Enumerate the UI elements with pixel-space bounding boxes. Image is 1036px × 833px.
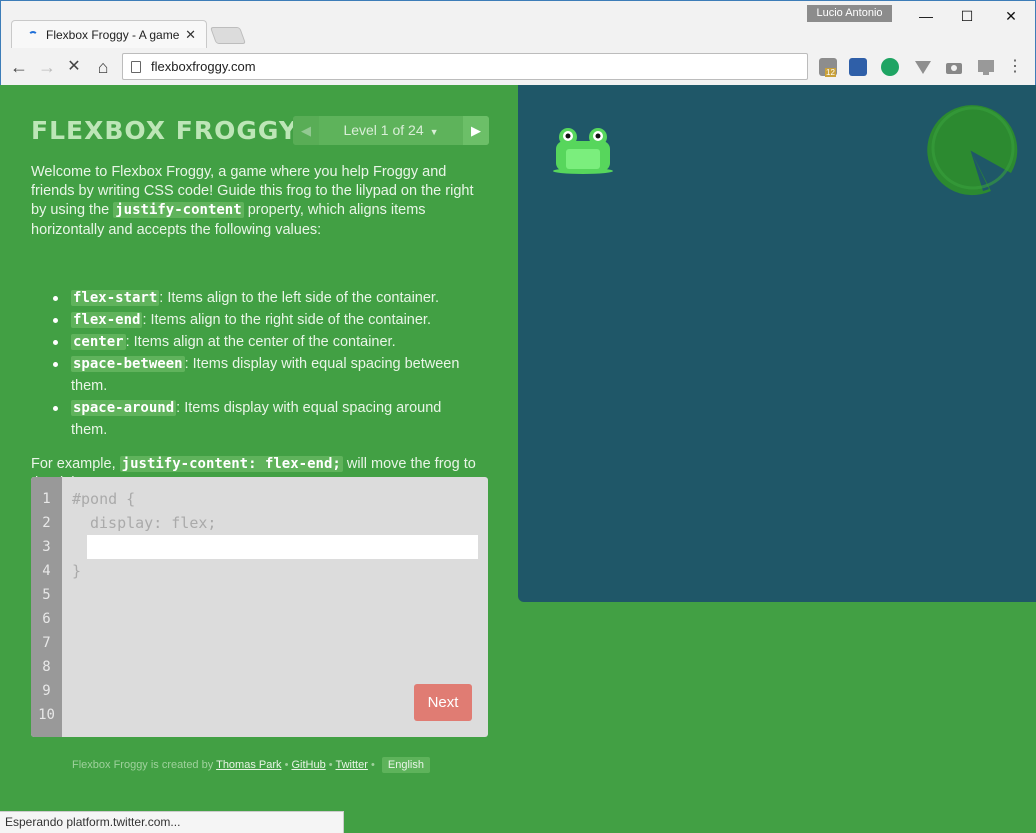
css-editor: 1 2 3 4 5 6 7 8 9 10 #pond { display: fl…: [31, 477, 488, 737]
bookmark-extension-icon[interactable]: [849, 58, 867, 76]
tab-close-icon[interactable]: ✕: [185, 27, 196, 43]
url-text: flexboxfroggy.com: [151, 59, 256, 74]
prev-level-button[interactable]: ◀: [293, 116, 319, 145]
loading-spinner-icon: [28, 31, 38, 41]
line-number: 3: [42, 539, 51, 555]
maximize-button[interactable]: ☐: [947, 5, 987, 27]
property-code: justify-content: [113, 202, 244, 219]
value-code: flex-end: [71, 312, 143, 328]
author-link[interactable]: Thomas Park: [216, 759, 281, 771]
css-input[interactable]: [87, 535, 478, 559]
browser-menu-icon[interactable]: ⋮: [1007, 58, 1023, 76]
credits-separator: •: [281, 759, 292, 771]
line-number: 6: [42, 611, 51, 627]
pond-board: [518, 85, 1036, 602]
value-desc: : Items align at the center of the conta…: [125, 334, 396, 350]
level-indicator[interactable]: Level 1 of 24 ▼: [319, 116, 463, 147]
values-list: flex-start: Items align to the left side…: [53, 287, 481, 441]
next-level-button[interactable]: ▶: [463, 116, 489, 145]
example-code: justify-content: flex-end;: [119, 456, 343, 472]
next-button[interactable]: Next: [414, 684, 472, 721]
line-number: 8: [42, 659, 51, 675]
line-number: 10: [38, 707, 55, 723]
line-number: 7: [42, 635, 51, 651]
tab-title: Flexbox Froggy - A game: [46, 28, 180, 42]
value-desc: : Items align to the left side of the co…: [159, 290, 439, 306]
extension-badge: 12: [825, 68, 836, 77]
page-icon: [131, 61, 141, 73]
browser-tab[interactable]: Flexbox Froggy - A game ✕: [11, 20, 207, 49]
stop-button[interactable]: ✕: [64, 57, 84, 77]
lilypad-icon: [927, 105, 1018, 196]
level-selector: ◀ Level 1 of 24 ▼ ▶: [293, 116, 489, 145]
code-line-2: display: flex;: [90, 514, 217, 532]
value-desc: : Items align to the right side of the c…: [142, 312, 431, 328]
back-button[interactable]: ←: [9, 57, 29, 77]
title-bar: Flexbox Froggy - A game ✕ Lucio Antonio …: [1, 1, 1035, 49]
language-selector[interactable]: English: [381, 757, 430, 773]
list-item: flex-end: Items align to the right side …: [53, 309, 481, 331]
code-line-1: #pond {: [72, 490, 136, 508]
example-part1: For example,: [31, 456, 120, 472]
page-content: FLEXBOX FROGGY ◀ Level 1 of 24 ▼ ▶ Welcom…: [0, 85, 1036, 833]
list-item: space-between: Items display with equal …: [53, 353, 481, 397]
game-logo: FLEXBOX FROGGY: [31, 116, 298, 145]
list-item: space-around: Items display with equal s…: [53, 397, 481, 441]
github-link[interactable]: GitHub: [291, 759, 325, 771]
camera-icon[interactable]: [945, 58, 963, 76]
close-window-button[interactable]: ✕: [991, 5, 1031, 27]
new-tab-button[interactable]: [209, 27, 247, 44]
value-code: flex-start: [71, 290, 160, 306]
value-code: space-between: [71, 356, 185, 372]
home-button[interactable]: ⌂: [93, 57, 113, 77]
forward-button[interactable]: →: [37, 57, 57, 77]
browser-toolbar: ← → ✕ ⌂ flexboxfroggy.com 12 ⋮: [1, 48, 1035, 86]
dropdown-caret-icon: ▼: [429, 127, 439, 137]
css-extension-icon[interactable]: [977, 58, 995, 76]
credits-separator: •: [325, 759, 336, 771]
list-item: center: Items align at the center of the…: [53, 331, 481, 353]
line-number: 9: [42, 683, 51, 699]
line-number: 4: [42, 563, 51, 579]
grammarly-icon[interactable]: [881, 58, 899, 76]
line-number: 2: [42, 515, 51, 531]
code-line-4: }: [72, 562, 82, 580]
status-bar: Esperando platform.twitter.com...: [0, 811, 344, 833]
value-code: center: [71, 334, 126, 350]
line-number-gutter: 1 2 3 4 5 6 7 8 9 10: [31, 477, 62, 737]
list-item: flex-start: Items align to the left side…: [53, 287, 481, 309]
value-code: space-around: [71, 400, 177, 416]
vue-devtools-icon[interactable]: [914, 58, 932, 76]
frog-icon: [553, 128, 613, 174]
minimize-button[interactable]: —: [906, 5, 946, 27]
twitter-link[interactable]: Twitter: [336, 759, 368, 771]
credits-prefix: Flexbox Froggy is created by: [72, 759, 217, 771]
extension-icon[interactable]: 12: [819, 58, 837, 77]
level-label: Level 1 of 24: [343, 122, 424, 138]
credits: Flexbox Froggy is created by Thomas Park…: [72, 757, 430, 773]
browser-chrome: Flexbox Froggy - A game ✕ Lucio Antonio …: [0, 0, 1036, 86]
credits-separator: •: [367, 759, 378, 771]
line-number: 1: [42, 491, 51, 507]
intro-text: Welcome to Flexbox Froggy, a game where …: [31, 163, 488, 240]
line-number: 5: [42, 587, 51, 603]
profile-name[interactable]: Lucio Antonio: [807, 5, 892, 22]
address-bar[interactable]: flexboxfroggy.com: [122, 53, 808, 80]
